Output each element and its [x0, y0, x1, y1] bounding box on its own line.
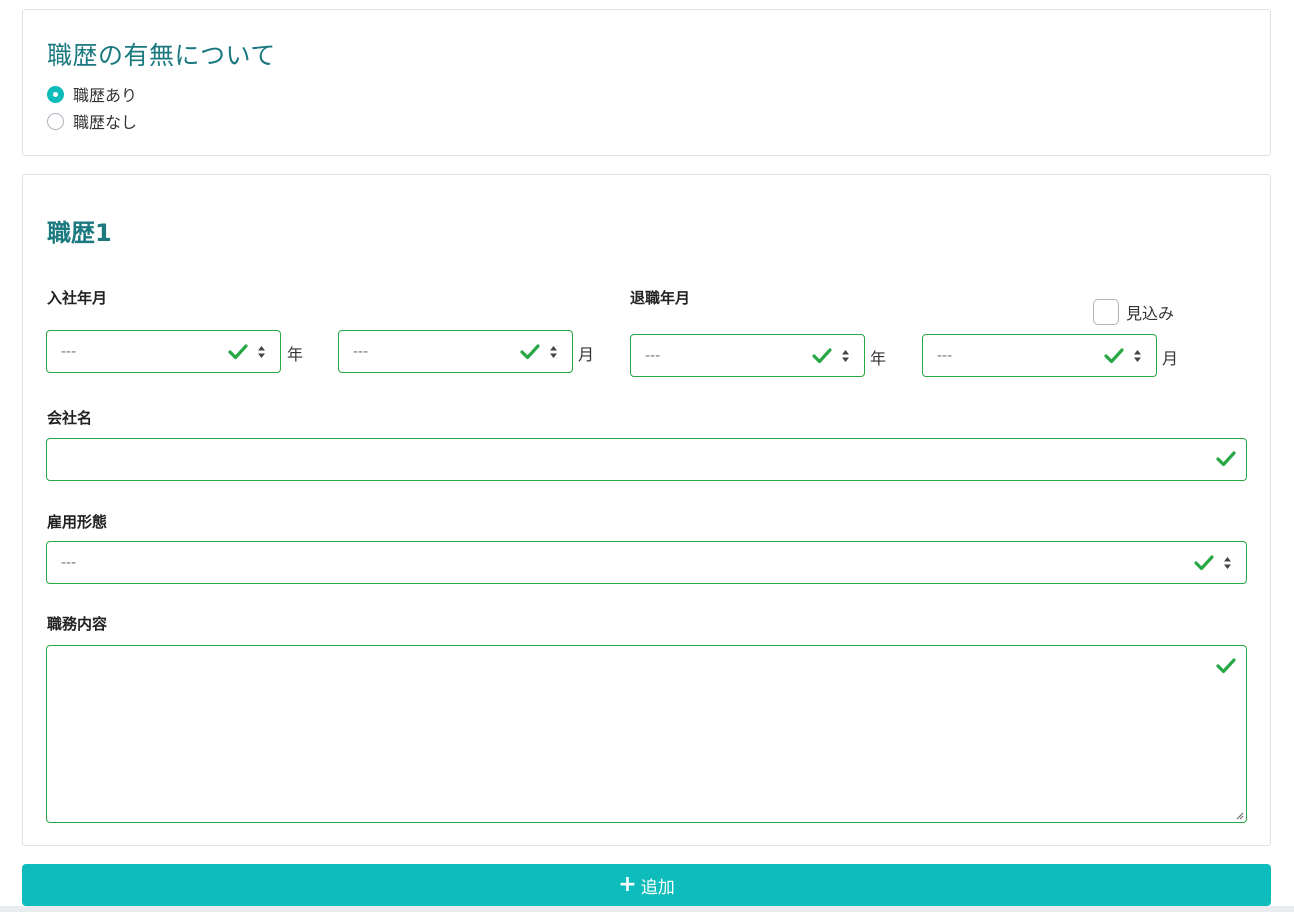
add-career-button[interactable]: + 追加	[22, 864, 1271, 906]
duties-textarea[interactable]	[46, 645, 1247, 823]
leave-month-value: ---	[937, 347, 953, 364]
join-month-unit: 月	[578, 345, 595, 364]
career-entry-card: 職歴1 入社年月 --- 年 --- 月 退職年月 見込み --- 年 --- …	[22, 174, 1271, 846]
expected-checkbox-row[interactable]: 見込み	[1093, 299, 1174, 325]
radio-has-career[interactable]: 職歴あり	[47, 82, 137, 106]
check-icon	[1104, 348, 1124, 364]
career-presence-card: 職歴の有無について 職歴あり 職歴なし	[22, 9, 1271, 156]
add-career-button-label: 追加	[640, 877, 675, 898]
radio-button-checked[interactable]	[47, 85, 64, 103]
expected-checkbox[interactable]	[1093, 299, 1119, 325]
radio-label-no-career: 職歴なし	[73, 113, 138, 132]
radio-button-unchecked[interactable]	[47, 112, 64, 130]
select-arrows-icon	[1224, 557, 1231, 569]
join-year-unit: 年	[287, 345, 304, 364]
leave-date-label: 退職年月	[630, 289, 691, 307]
select-arrows-icon	[842, 350, 849, 362]
radio-label-has-career: 職歴あり	[73, 86, 138, 105]
join-year-value: ---	[61, 343, 77, 360]
check-icon	[520, 344, 540, 360]
leave-year-select[interactable]: ---	[630, 334, 865, 377]
check-icon	[228, 344, 248, 360]
join-month-value: ---	[353, 343, 369, 360]
select-arrows-icon	[550, 346, 557, 358]
page-bottom-edge	[0, 906, 1294, 912]
employment-type-value: ---	[61, 554, 77, 571]
expected-label: 見込み	[1126, 304, 1175, 323]
check-icon	[1194, 555, 1214, 571]
leave-month-select[interactable]: ---	[922, 334, 1157, 377]
select-arrows-icon	[1134, 350, 1141, 362]
leave-month-unit: 月	[1162, 349, 1179, 368]
check-icon	[1216, 451, 1236, 467]
check-icon	[812, 348, 832, 364]
leave-year-unit: 年	[870, 349, 887, 368]
join-year-select[interactable]: ---	[46, 330, 281, 373]
join-date-label: 入社年月	[47, 289, 108, 307]
resize-handle-icon[interactable]	[1234, 810, 1244, 820]
leave-year-value: ---	[645, 347, 661, 364]
plus-icon: +	[618, 872, 637, 897]
company-input[interactable]	[46, 438, 1247, 481]
select-arrows-icon	[258, 346, 265, 358]
employment-type-select[interactable]: ---	[46, 541, 1247, 584]
career-entry-title: 職歴1	[47, 219, 112, 247]
career-presence-title: 職歴の有無について	[47, 41, 276, 70]
duties-label: 職務内容	[47, 615, 108, 633]
employment-type-label: 雇用形態	[47, 513, 108, 531]
check-icon	[1216, 658, 1236, 674]
radio-no-career[interactable]: 職歴なし	[47, 109, 137, 133]
company-label: 会社名	[47, 409, 93, 427]
join-month-select[interactable]: ---	[338, 330, 573, 373]
